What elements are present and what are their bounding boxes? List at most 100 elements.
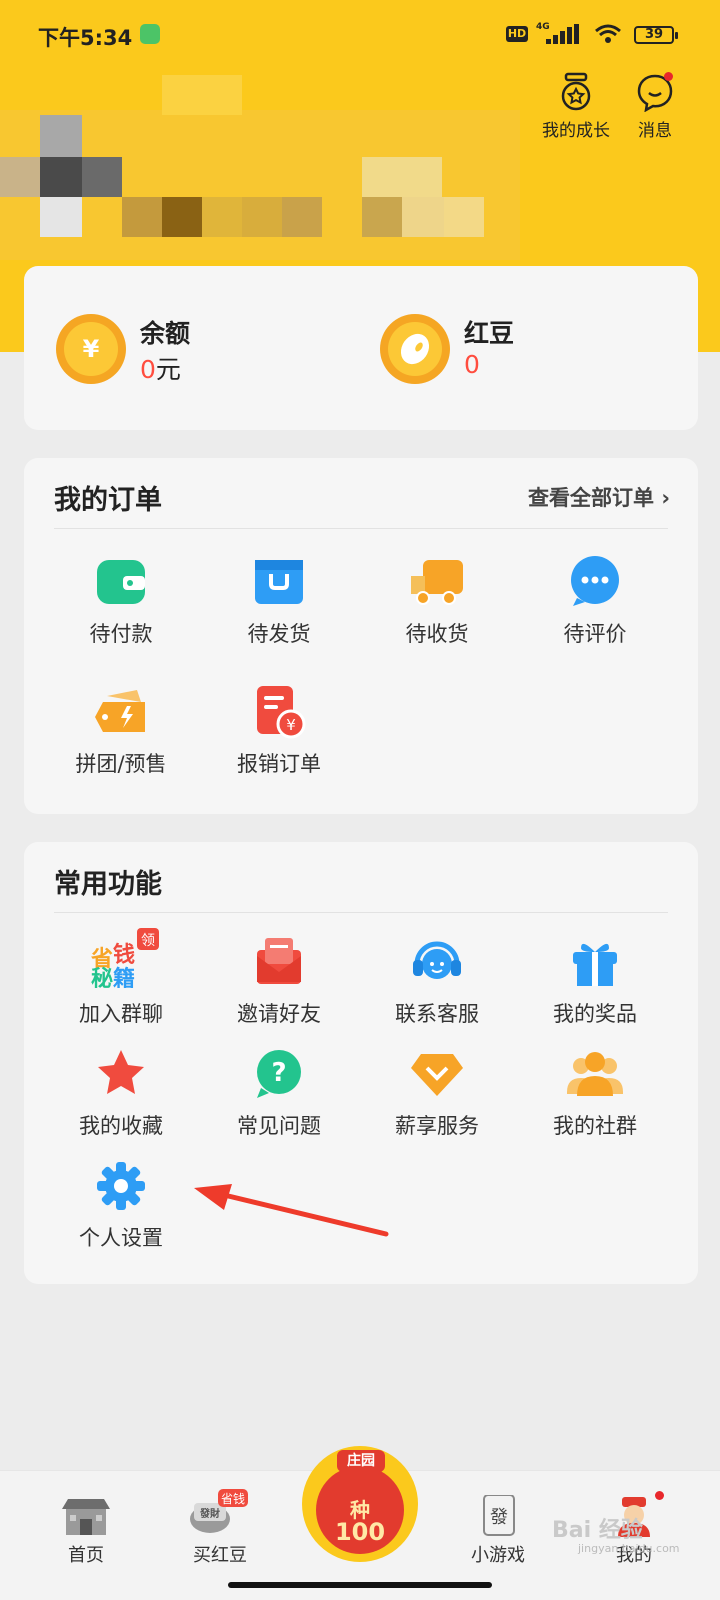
balance-unit: 元 [155, 355, 181, 384]
save-money-badge: 省钱 [221, 1491, 245, 1506]
farm-label: 庄园 [337, 1450, 385, 1472]
farm-center-button[interactable]: 庄园 种 100 [302, 1446, 418, 1562]
tab-buy-red-beans[interactable]: 發財 省钱 买红豆 [170, 1489, 270, 1567]
receive-badge: 领 [141, 933, 155, 949]
battery-icon: 39 [634, 26, 678, 44]
wifi-icon [595, 24, 621, 43]
chat-bubble-icon [635, 72, 675, 113]
invite-friends[interactable]: 邀请好友 [200, 934, 358, 1028]
order-pending-receipt[interactable]: 待收货 [358, 554, 516, 648]
order-pending-shipment[interactable]: 待发货 [200, 554, 358, 648]
baidu-watermark: Bai 经验 [552, 1518, 643, 1543]
messages-label: 消息 [638, 121, 672, 141]
truck-icon [409, 554, 465, 610]
icon-char: 钱 [113, 942, 135, 968]
function-label: 我的社群 [553, 1114, 637, 1138]
yuan-coin-icon: ¥ [56, 314, 126, 384]
annotation-arrow [194, 1184, 389, 1237]
red-bean-value: 0 [464, 350, 480, 379]
bean-shape [388, 322, 442, 376]
baidu-watermark-url: jingyan.baidu.com [578, 1542, 680, 1555]
function-label: 个人设置 [79, 1226, 163, 1250]
orders-title: 我的订单 [54, 485, 162, 516]
tab-home[interactable]: 首页 [36, 1495, 136, 1567]
my-favorites[interactable]: 我的收藏 [42, 1046, 200, 1140]
package-icon [251, 554, 307, 610]
balance-amount: 0 [140, 355, 156, 384]
balance-label: 余额 [140, 319, 191, 348]
my-community[interactable]: 我的社群 [516, 1046, 674, 1140]
order-group-presale[interactable]: 拼团/预售 [42, 684, 200, 778]
hd-icon: HD [506, 26, 528, 42]
order-label: 待评价 [563, 622, 627, 646]
notification-app-icon [140, 24, 160, 44]
contact-support[interactable]: 联系客服 [358, 934, 516, 1028]
order-reimbursement[interactable]: ¥ 报销订单 [200, 684, 358, 778]
gift-icon [567, 934, 623, 990]
order-label: 拼团/预售 [75, 752, 167, 776]
messages-button[interactable]: 消息 [628, 72, 682, 141]
save-money-tips-icon: 省 钱 秘 籍 领 [90, 928, 159, 990]
join-group-chat[interactable]: 省 钱 秘 籍 领 加入群聊 [42, 928, 200, 1028]
function-label: 邀请好友 [237, 1002, 321, 1026]
coin-text: 發財 [199, 1507, 220, 1520]
receipt-icon: ¥ [251, 684, 307, 740]
my-growth-button[interactable]: 我的成长 [536, 72, 616, 141]
my-orders-card: 我的订单 查看全部订单 › 待付款 待发货 待收货 待评价 拼团/预售 ¥ 报销… [24, 458, 698, 814]
icon-char: 秘 [91, 966, 113, 988]
function-label: 常见问题 [237, 1114, 321, 1138]
svg-text:?: ? [271, 1058, 286, 1088]
question-icon: ? [251, 1046, 307, 1102]
medal-icon [556, 72, 596, 112]
my-growth-label: 我的成长 [542, 121, 610, 141]
diamond-icon [409, 1046, 465, 1102]
order-label: 待收货 [405, 622, 469, 646]
headset-icon [409, 934, 465, 990]
home-indicator [228, 1582, 492, 1588]
gear-icon [93, 1158, 149, 1214]
balance-card: ¥ 余额 0元 红豆 0 [24, 266, 698, 430]
icon-char: 籍 [113, 966, 135, 988]
unread-dot [664, 72, 673, 81]
order-pending-review[interactable]: 待评价 [516, 554, 674, 648]
function-label: 我的收藏 [79, 1114, 163, 1138]
faq[interactable]: ? 常见问题 [200, 1046, 358, 1140]
red-bean-label: 红豆 [464, 319, 515, 348]
mahjong-icon: 發 [472, 1494, 524, 1537]
salary-service[interactable]: 薪享服务 [358, 1046, 516, 1140]
tab-mini-games[interactable]: 發 小游戏 [448, 1494, 548, 1567]
order-label: 报销订单 [237, 752, 321, 776]
function-label: 我的奖品 [553, 1002, 637, 1026]
personal-settings[interactable]: 个人设置 [42, 1158, 200, 1252]
svg-text:¥: ¥ [286, 716, 296, 734]
functions-title: 常用功能 [54, 869, 162, 900]
signal-icon [538, 24, 580, 44]
order-pending-payment[interactable]: 待付款 [42, 554, 200, 648]
view-all-orders-link[interactable]: 查看全部订单 › [528, 482, 670, 512]
home-temple-icon [60, 1495, 112, 1537]
function-label: 加入群聊 [79, 1002, 163, 1026]
order-label: 待发货 [247, 622, 311, 646]
divider [54, 528, 668, 529]
tab-label: 首页 [68, 1545, 104, 1566]
function-label: 联系客服 [395, 1002, 479, 1026]
yuan-symbol: ¥ [64, 322, 118, 376]
tab-label: 买红豆 [193, 1545, 247, 1566]
function-label: 薪享服务 [395, 1114, 479, 1138]
order-label: 待付款 [89, 622, 153, 646]
my-prizes[interactable]: 我的奖品 [516, 934, 674, 1028]
red-bean-amount: 0 [464, 350, 480, 379]
star-icon [93, 1046, 149, 1102]
divider [54, 912, 668, 913]
mahjong-char: 發 [490, 1507, 508, 1528]
comment-icon [567, 554, 623, 610]
red-bean-icon [380, 314, 450, 384]
status-time: 下午5:34 [38, 26, 133, 50]
group-icon [567, 1046, 623, 1102]
envelope-icon [251, 934, 307, 990]
ticket-icon [93, 684, 149, 740]
farm-count-text: 100 [334, 1518, 386, 1546]
balance-value: 0元 [140, 350, 181, 386]
wallet-icon [93, 554, 149, 610]
status-bar: 下午5:34 HD 4G 39 [0, 18, 720, 54]
